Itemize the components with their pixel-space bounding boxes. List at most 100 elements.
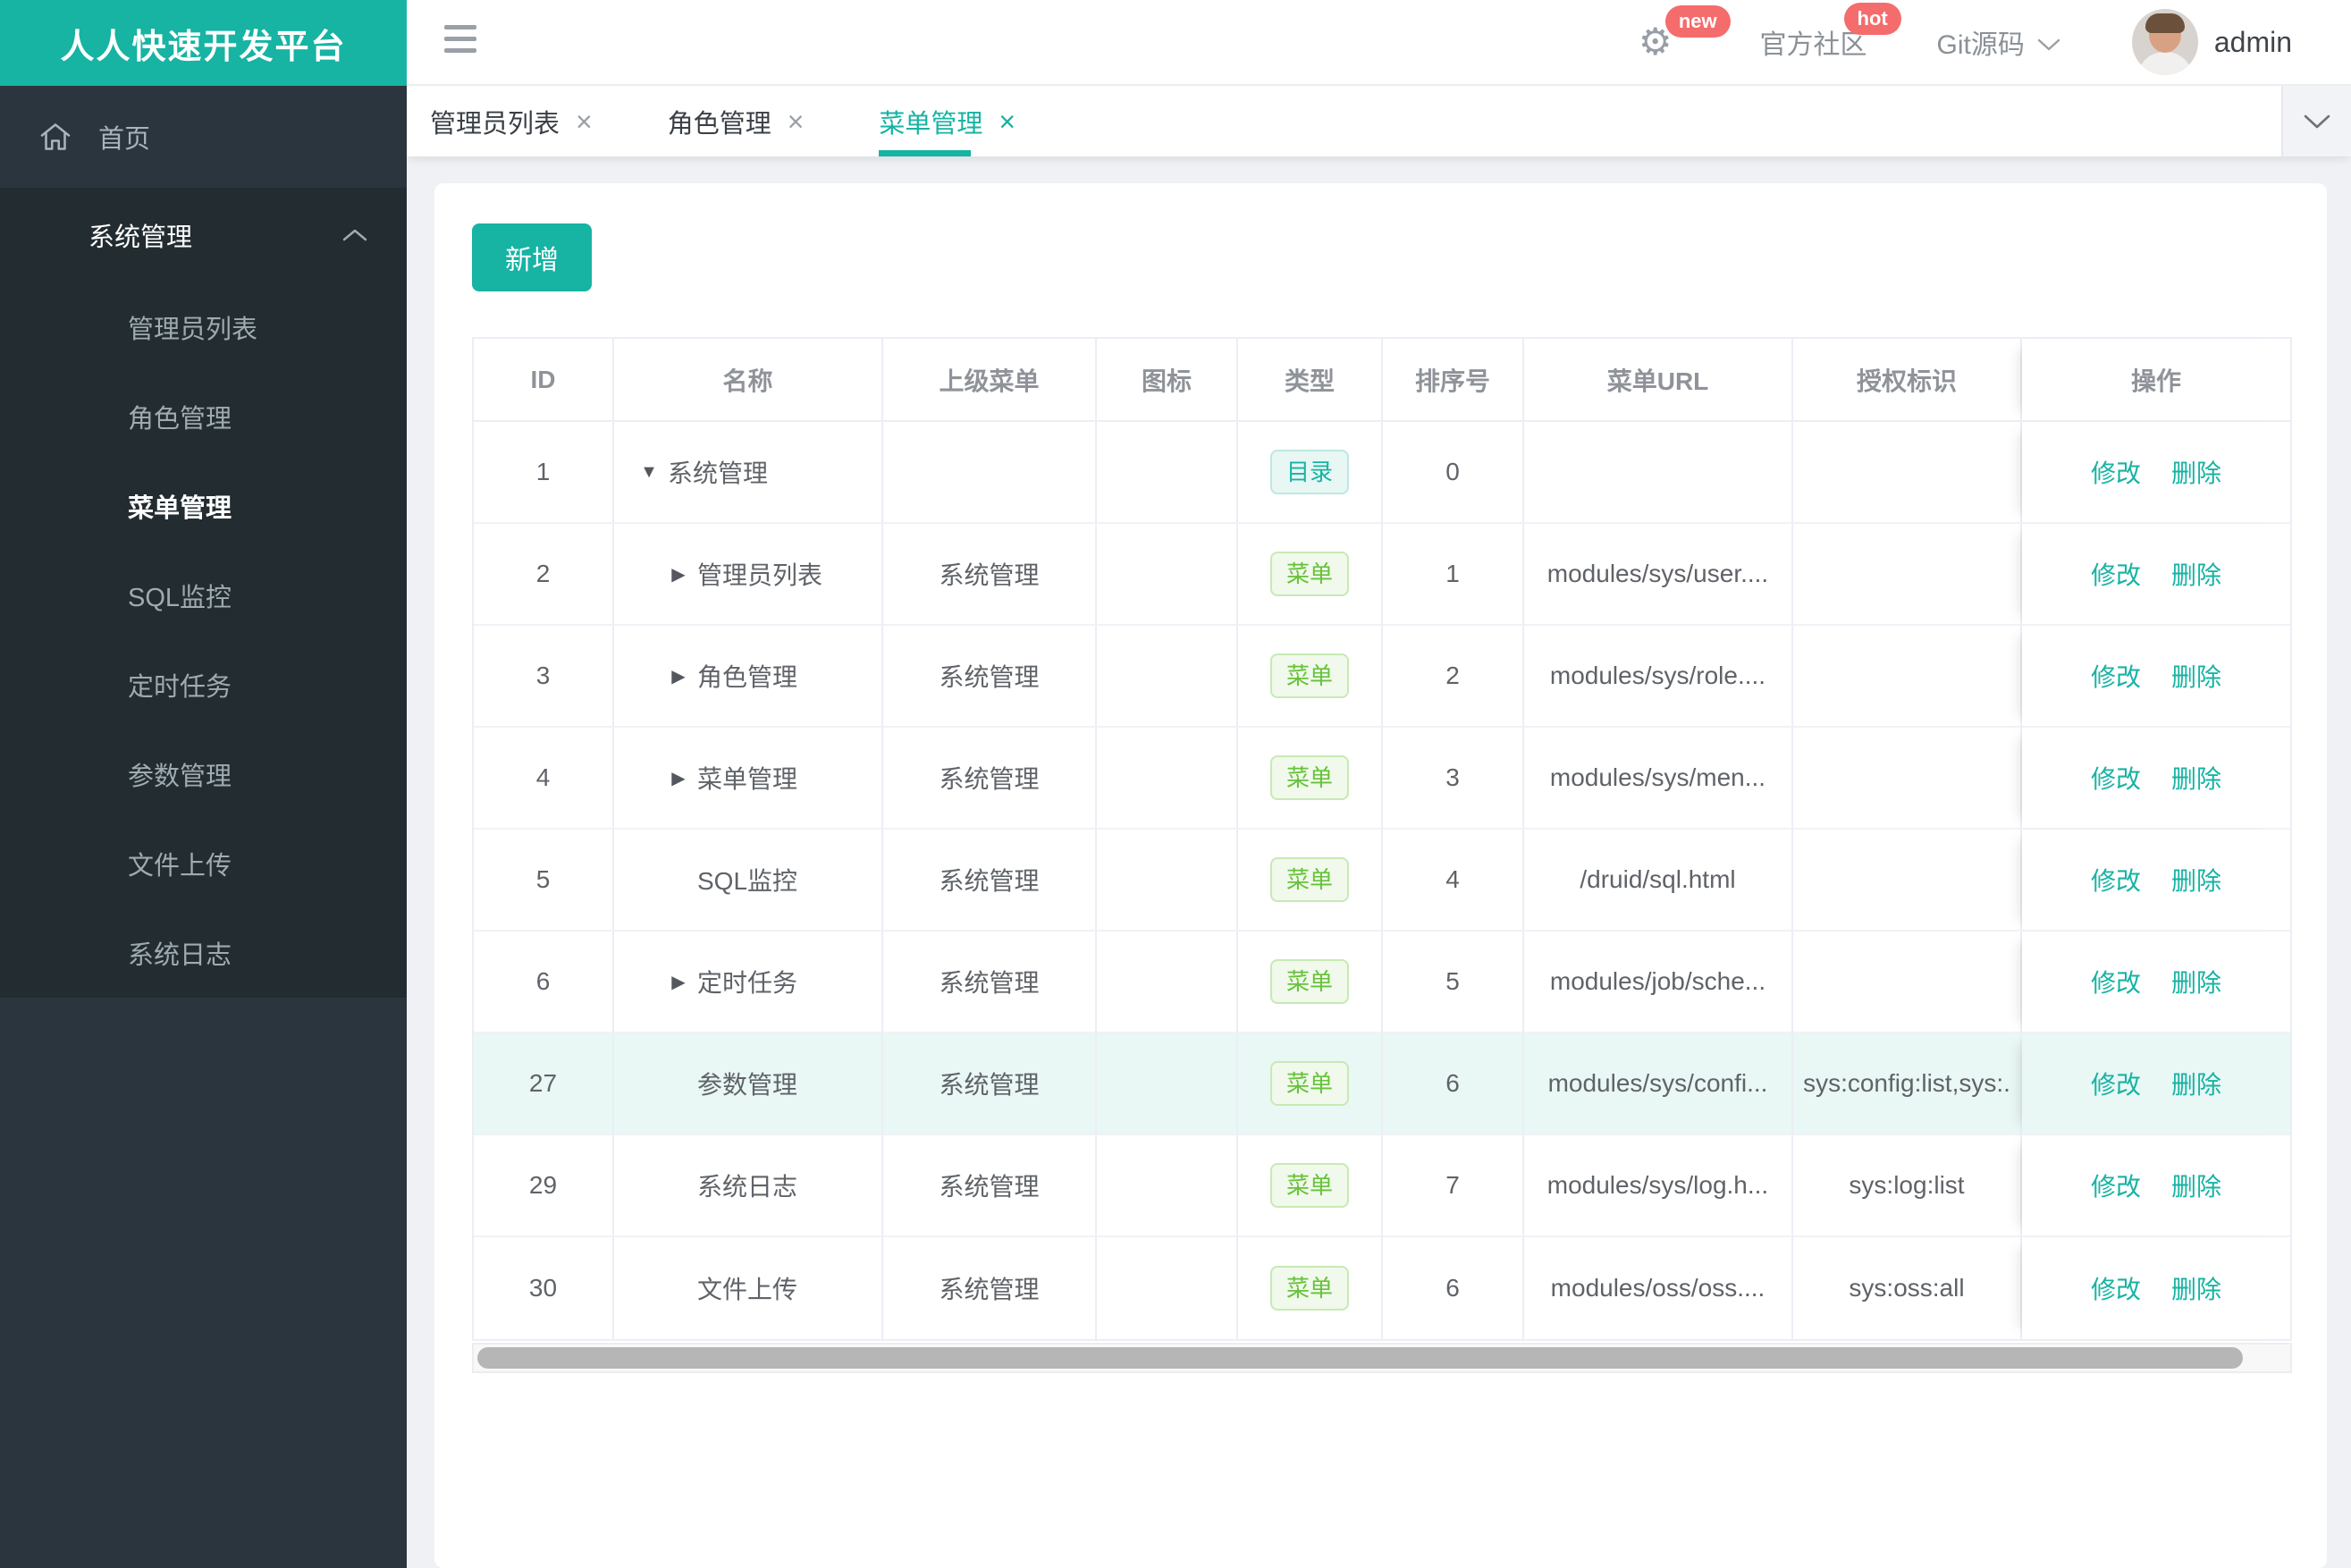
- sidebar-item-管理员列表[interactable]: 管理员列表: [0, 282, 407, 372]
- cell-actions: 修改 删除: [2022, 932, 2290, 1033]
- expand-arrow-icon[interactable]: ▶: [667, 767, 690, 789]
- edit-link[interactable]: 修改: [2091, 454, 2141, 490]
- expand-arrow-icon[interactable]: ▶: [667, 563, 690, 586]
- git-source-label: Git源码: [1936, 30, 2025, 60]
- sidebar-group-header[interactable]: 系统管理: [0, 188, 407, 282]
- tab-close-icon[interactable]: ×: [999, 107, 1015, 136]
- cell-type: 目录: [1238, 422, 1383, 524]
- cell-url: modules/sys/user....: [1524, 524, 1793, 626]
- cell-parent: 系统管理: [883, 1237, 1097, 1339]
- sidebar-toggle-button[interactable]: [444, 25, 476, 61]
- content-card: 新增 ID 名称 上级菜单 图标 类型 排序号 菜单URL 授权标识 操作 1 ▼ 系统管理 目录 0 修改…: [434, 183, 2327, 1568]
- delete-link[interactable]: 删除: [2171, 1066, 2221, 1101]
- cell-parent: 系统管理: [883, 728, 1097, 830]
- cell-url: modules/sys/confi...: [1524, 1033, 1793, 1135]
- expand-arrow-icon[interactable]: ▶: [667, 665, 690, 687]
- delete-link[interactable]: 删除: [2171, 658, 2221, 694]
- edit-link[interactable]: 修改: [2091, 1168, 2141, 1203]
- sidebar-item-菜单管理[interactable]: 菜单管理: [0, 461, 407, 551]
- delete-link[interactable]: 删除: [2171, 1168, 2221, 1203]
- tab-角色管理[interactable]: 角色管理 ×: [668, 86, 805, 156]
- delete-link[interactable]: 删除: [2171, 964, 2221, 999]
- cell-id: 27: [474, 1033, 614, 1135]
- edit-link[interactable]: 修改: [2091, 760, 2141, 796]
- edit-link[interactable]: 修改: [2091, 1066, 2141, 1101]
- sidebar-item-定时任务[interactable]: 定时任务: [0, 640, 407, 729]
- menu-name-label: 定时任务: [697, 969, 798, 997]
- edit-link[interactable]: 修改: [2091, 862, 2141, 898]
- sidebar-item-参数管理[interactable]: 参数管理: [0, 729, 407, 819]
- type-badge: 菜单: [1269, 653, 1349, 698]
- cell-url: modules/sys/men...: [1524, 728, 1793, 830]
- cell-url: modules/sys/log.h...: [1524, 1135, 1793, 1237]
- cell-id: 3: [474, 626, 614, 728]
- sidebar-item-SQL监控[interactable]: SQL监控: [0, 551, 407, 640]
- sidebar-group-label: 系统管理: [88, 223, 193, 252]
- edit-link[interactable]: 修改: [2091, 964, 2141, 999]
- hot-badge: hot: [1843, 3, 1901, 35]
- column-header: 操作: [2022, 339, 2290, 422]
- expand-arrow-icon[interactable]: ▼: [637, 462, 661, 483]
- edit-link[interactable]: 修改: [2091, 1270, 2141, 1306]
- cell-order: 2: [1383, 626, 1524, 728]
- sidebar-item-home[interactable]: 首页: [0, 86, 407, 188]
- tab-菜单管理[interactable]: 菜单管理 ×: [879, 86, 1015, 156]
- cell-url: [1524, 422, 1793, 524]
- table-row: 3 ▶ 角色管理 系统管理 菜单 2 modules/sys/role.... 修改 删除: [474, 626, 2290, 728]
- cell-perm: sys:log:list: [1793, 1135, 2022, 1237]
- tab-close-icon[interactable]: ×: [788, 107, 805, 136]
- top-header: ⚙ new 官方社区 hot Git源码 admin: [407, 0, 2351, 86]
- cell-type: 菜单: [1238, 524, 1383, 626]
- tab-label: 菜单管理: [879, 109, 983, 139]
- cell-url: /druid/sql.html: [1524, 830, 1793, 932]
- home-icon: [40, 123, 71, 150]
- git-source-dropdown[interactable]: Git源码: [1937, 22, 2060, 62]
- menu-name-label: 管理员列表: [697, 561, 823, 589]
- cell-id: 6: [474, 932, 614, 1033]
- app-logo[interactable]: 人人快速开发平台: [0, 0, 407, 86]
- cell-order: 6: [1383, 1237, 1524, 1339]
- table-row: 2 ▶ 管理员列表 系统管理 菜单 1 modules/sys/user.... 修改 删除: [474, 524, 2290, 626]
- horizontal-scrollbar-track[interactable]: [472, 1343, 2292, 1373]
- sidebar-item-角色管理[interactable]: 角色管理: [0, 372, 407, 461]
- edit-link[interactable]: 修改: [2091, 658, 2141, 694]
- cell-id: 4: [474, 728, 614, 830]
- delete-link[interactable]: 删除: [2171, 760, 2221, 796]
- sidebar-item-文件上传[interactable]: 文件上传: [0, 819, 407, 908]
- edit-link[interactable]: 修改: [2091, 556, 2141, 592]
- cell-type: 菜单: [1238, 626, 1383, 728]
- username-label[interactable]: admin: [2214, 26, 2292, 59]
- delete-link[interactable]: 删除: [2171, 454, 2221, 490]
- tab-list-dropdown-button[interactable]: [2281, 86, 2351, 156]
- delete-link[interactable]: 删除: [2171, 556, 2221, 592]
- tab-bar: 管理员列表 × 角色管理 × 菜单管理 ×: [407, 86, 2351, 156]
- tab-close-icon[interactable]: ×: [576, 107, 593, 136]
- cell-perm: [1793, 830, 2022, 932]
- settings-button[interactable]: ⚙ new: [1639, 5, 1731, 61]
- cell-parent: [883, 422, 1097, 524]
- community-link[interactable]: 官方社区 hot: [1760, 3, 1901, 62]
- type-badge: 菜单: [1269, 552, 1349, 596]
- sidebar-item-系统日志[interactable]: 系统日志: [0, 908, 407, 998]
- tab-管理员列表[interactable]: 管理员列表 ×: [430, 86, 593, 156]
- tab-list: 管理员列表 × 角色管理 × 菜单管理 ×: [430, 86, 1091, 156]
- cell-perm: [1793, 728, 2022, 830]
- cell-parent: 系统管理: [883, 830, 1097, 932]
- user-avatar[interactable]: [2131, 9, 2198, 75]
- cell-actions: 修改 删除: [2022, 728, 2290, 830]
- cell-parent: 系统管理: [883, 1033, 1097, 1135]
- table-row: 1 ▼ 系统管理 目录 0 修改 删除: [474, 422, 2290, 524]
- expand-arrow-icon[interactable]: ▶: [667, 971, 690, 993]
- cell-name: ▶ 菜单管理: [614, 728, 883, 830]
- delete-link[interactable]: 删除: [2171, 862, 2221, 898]
- cell-type: 菜单: [1238, 728, 1383, 830]
- delete-link[interactable]: 删除: [2171, 1270, 2221, 1306]
- cell-icon: [1097, 626, 1238, 728]
- column-header: 菜单URL: [1524, 339, 1793, 422]
- cell-name: ▼ 系统管理: [614, 422, 883, 524]
- horizontal-scrollbar-thumb[interactable]: [477, 1347, 2243, 1369]
- cell-icon: [1097, 524, 1238, 626]
- sidebar-home-label: 首页: [98, 125, 151, 154]
- add-button[interactable]: 新增: [472, 223, 592, 291]
- cell-icon: [1097, 830, 1238, 932]
